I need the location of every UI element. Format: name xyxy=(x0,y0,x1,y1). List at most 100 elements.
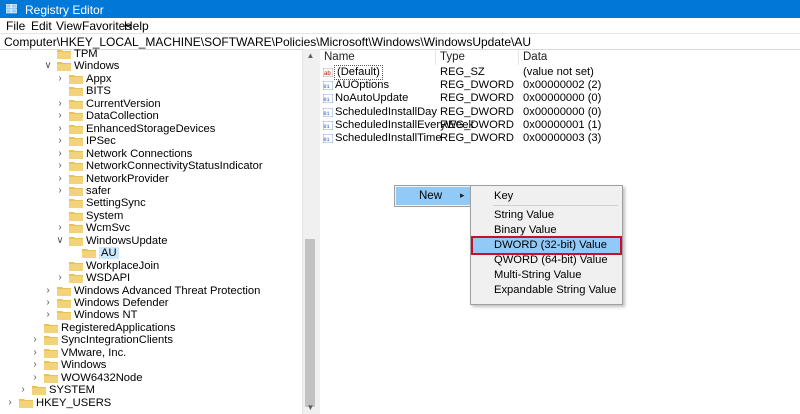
tree-item[interactable]: › VMware, Inc. xyxy=(0,347,300,359)
tree-item[interactable]: › WOW6432Node xyxy=(0,372,300,384)
column-divider[interactable] xyxy=(435,49,436,65)
tree-item[interactable]: › SyncIntegrationClients xyxy=(0,334,300,346)
chevron-right-icon[interactable]: › xyxy=(55,148,65,160)
tree-item[interactable]: › WcmSvc xyxy=(0,222,300,234)
tree-scrollbar[interactable]: ▲ ▼ xyxy=(302,49,318,414)
window-title: Registry Editor xyxy=(25,3,104,17)
scroll-down-icon[interactable]: ▼ xyxy=(303,403,318,412)
address-path[interactable]: Computer\HKEY_LOCAL_MACHINE\SOFTWARE\Pol… xyxy=(4,35,531,49)
chevron-right-icon[interactable]: › xyxy=(55,123,65,135)
menu-edit[interactable]: Edit xyxy=(31,19,52,33)
tree-item[interactable]: › NetworkProvider xyxy=(0,173,300,185)
context-menu-new[interactable]: New ▸ xyxy=(396,187,471,205)
submenu-item-label: Expandable String Value xyxy=(494,284,617,296)
tree-item[interactable]: › Appx xyxy=(0,73,300,85)
folder-icon xyxy=(69,261,83,271)
submenu-item-label: DWORD (32-bit) Value xyxy=(494,239,607,251)
submenu-item-expandable-string-value[interactable]: Expandable String Value xyxy=(473,283,620,298)
chevron-right-icon[interactable]: › xyxy=(55,185,65,197)
folder-icon xyxy=(69,74,83,84)
folder-icon xyxy=(69,124,83,134)
tree-item[interactable]: ∨ WindowsUpdate xyxy=(0,235,300,247)
chevron-right-icon[interactable]: › xyxy=(43,309,53,321)
submenu-item-qword-value[interactable]: QWORD (64-bit) Value xyxy=(473,253,620,268)
chevron-right-icon[interactable]: › xyxy=(18,384,28,396)
scroll-up-icon[interactable]: ▲ xyxy=(303,51,318,60)
scroll-thumb[interactable] xyxy=(305,239,315,407)
chevron-right-icon[interactable]: › xyxy=(43,285,53,297)
chevron-right-icon[interactable]: › xyxy=(55,110,65,122)
tree-item[interactable]: TPM xyxy=(0,49,300,60)
tree-item[interactable]: › Windows xyxy=(0,359,300,371)
chevron-down-icon[interactable]: ∨ xyxy=(55,235,65,247)
tree-item[interactable]: RegisteredApplications xyxy=(0,322,300,334)
tree-item[interactable]: › WSDAPI xyxy=(0,272,300,284)
chevron-down-icon[interactable]: ∨ xyxy=(43,60,53,72)
value-row[interactable]: 01 NoAutoUpdate REG_DWORD 0x00000000 (0) xyxy=(320,92,800,105)
menu-view[interactable]: View xyxy=(56,19,82,33)
value-row[interactable]: ab (Default) REG_SZ (value not set) xyxy=(320,65,800,80)
folder-icon xyxy=(69,162,83,172)
submenu-item-string-value[interactable]: String Value xyxy=(473,208,620,223)
submenu-item-binary-value[interactable]: Binary Value xyxy=(473,223,620,238)
tree-item[interactable]: ∨ Windows xyxy=(0,60,300,72)
column-header-name[interactable]: Name xyxy=(324,51,355,63)
tree-item[interactable]: › Windows NT xyxy=(0,309,300,321)
tree-item[interactable]: › SYSTEM xyxy=(0,384,300,396)
chevron-right-icon[interactable]: › xyxy=(43,297,53,309)
value-row[interactable]: 01 ScheduledInstallTime REG_DWORD 0x0000000… xyxy=(320,132,800,145)
tree-item-label: IPSec xyxy=(86,135,116,148)
column-header-type[interactable]: Type xyxy=(440,51,465,63)
tree-item[interactable]: › Windows Defender xyxy=(0,297,300,309)
column-header-data[interactable]: Data xyxy=(523,51,547,63)
menu-file[interactable]: File xyxy=(6,19,25,33)
submenu-item-dword-value[interactable]: DWORD (32-bit) Value xyxy=(471,236,622,255)
chevron-right-icon[interactable]: › xyxy=(55,135,65,147)
svg-text:01: 01 xyxy=(324,124,330,130)
tree-item[interactable]: WorkplaceJoin xyxy=(0,260,300,272)
context-menu: New ▸ xyxy=(394,185,473,207)
chevron-right-icon[interactable]: › xyxy=(30,347,40,359)
chevron-right-icon[interactable]: › xyxy=(55,73,65,85)
chevron-right-icon[interactable]: › xyxy=(55,222,65,234)
tree-item-label: DataCollection xyxy=(86,110,159,123)
chevron-right-icon[interactable]: › xyxy=(30,334,40,346)
tree-item[interactable]: › NetworkConnectivityStatusIndicator xyxy=(0,160,300,172)
folder-icon xyxy=(82,249,96,259)
column-divider[interactable] xyxy=(518,49,519,65)
tree-item[interactable]: SettingSync xyxy=(0,197,300,209)
value-name: ScheduledInstallDay xyxy=(335,105,437,118)
tree-item[interactable]: BITS xyxy=(0,85,300,97)
tree-item-label: System xyxy=(86,209,124,222)
submenu-item-multi-string-value[interactable]: Multi-String Value xyxy=(473,268,620,283)
tree-item[interactable]: › DataCollection xyxy=(0,110,300,122)
chevron-right-icon[interactable]: › xyxy=(55,98,65,110)
tree-item[interactable]: › safer xyxy=(0,185,300,197)
value-name: (Default) xyxy=(334,65,383,80)
value-row[interactable]: 01 ScheduledInstallEveryWeek REG_DWORD 0x00… xyxy=(320,119,800,132)
value-row[interactable]: 01 ScheduledInstallDay REG_DWORD 0x00000000… xyxy=(320,106,800,119)
chevron-right-icon[interactable]: › xyxy=(55,272,65,284)
tree-item[interactable]: › EnhancedStorageDevices xyxy=(0,123,300,135)
tree-item[interactable]: AU xyxy=(0,247,300,260)
value-data: 0x00000000 (0) xyxy=(523,105,602,118)
key-tree[interactable]: TPM ∨ Windows › Appx BITS › CurrentVersion › Data… xyxy=(0,49,316,414)
tree-item[interactable]: › Windows Advanced Threat Protection xyxy=(0,285,300,297)
chevron-right-icon[interactable]: › xyxy=(30,359,40,371)
value-row[interactable]: 01 AUOptions REG_DWORD 0x00000002 (2) xyxy=(320,79,800,92)
tree-item[interactable]: System xyxy=(0,210,300,222)
svg-text:01: 01 xyxy=(324,84,330,90)
chevron-right-icon[interactable]: › xyxy=(30,372,40,384)
address-bar[interactable]: Computer\HKEY_LOCAL_MACHINE\SOFTWARE\Pol… xyxy=(0,33,800,50)
chevron-right-icon[interactable]: › xyxy=(55,160,65,172)
menu-help[interactable]: Help xyxy=(124,19,149,33)
submenu-item-key[interactable]: Key xyxy=(473,189,620,204)
menu-separator xyxy=(493,205,618,206)
chevron-right-icon[interactable]: › xyxy=(55,173,65,185)
tree-item[interactable]: › HKEY_USERS xyxy=(0,397,300,409)
tree-item[interactable]: › CurrentVersion xyxy=(0,98,300,110)
chevron-right-icon[interactable]: › xyxy=(5,397,15,409)
tree-item[interactable]: › Network Connections xyxy=(0,148,300,160)
folder-icon xyxy=(69,174,83,184)
tree-item[interactable]: › IPSec xyxy=(0,135,300,147)
